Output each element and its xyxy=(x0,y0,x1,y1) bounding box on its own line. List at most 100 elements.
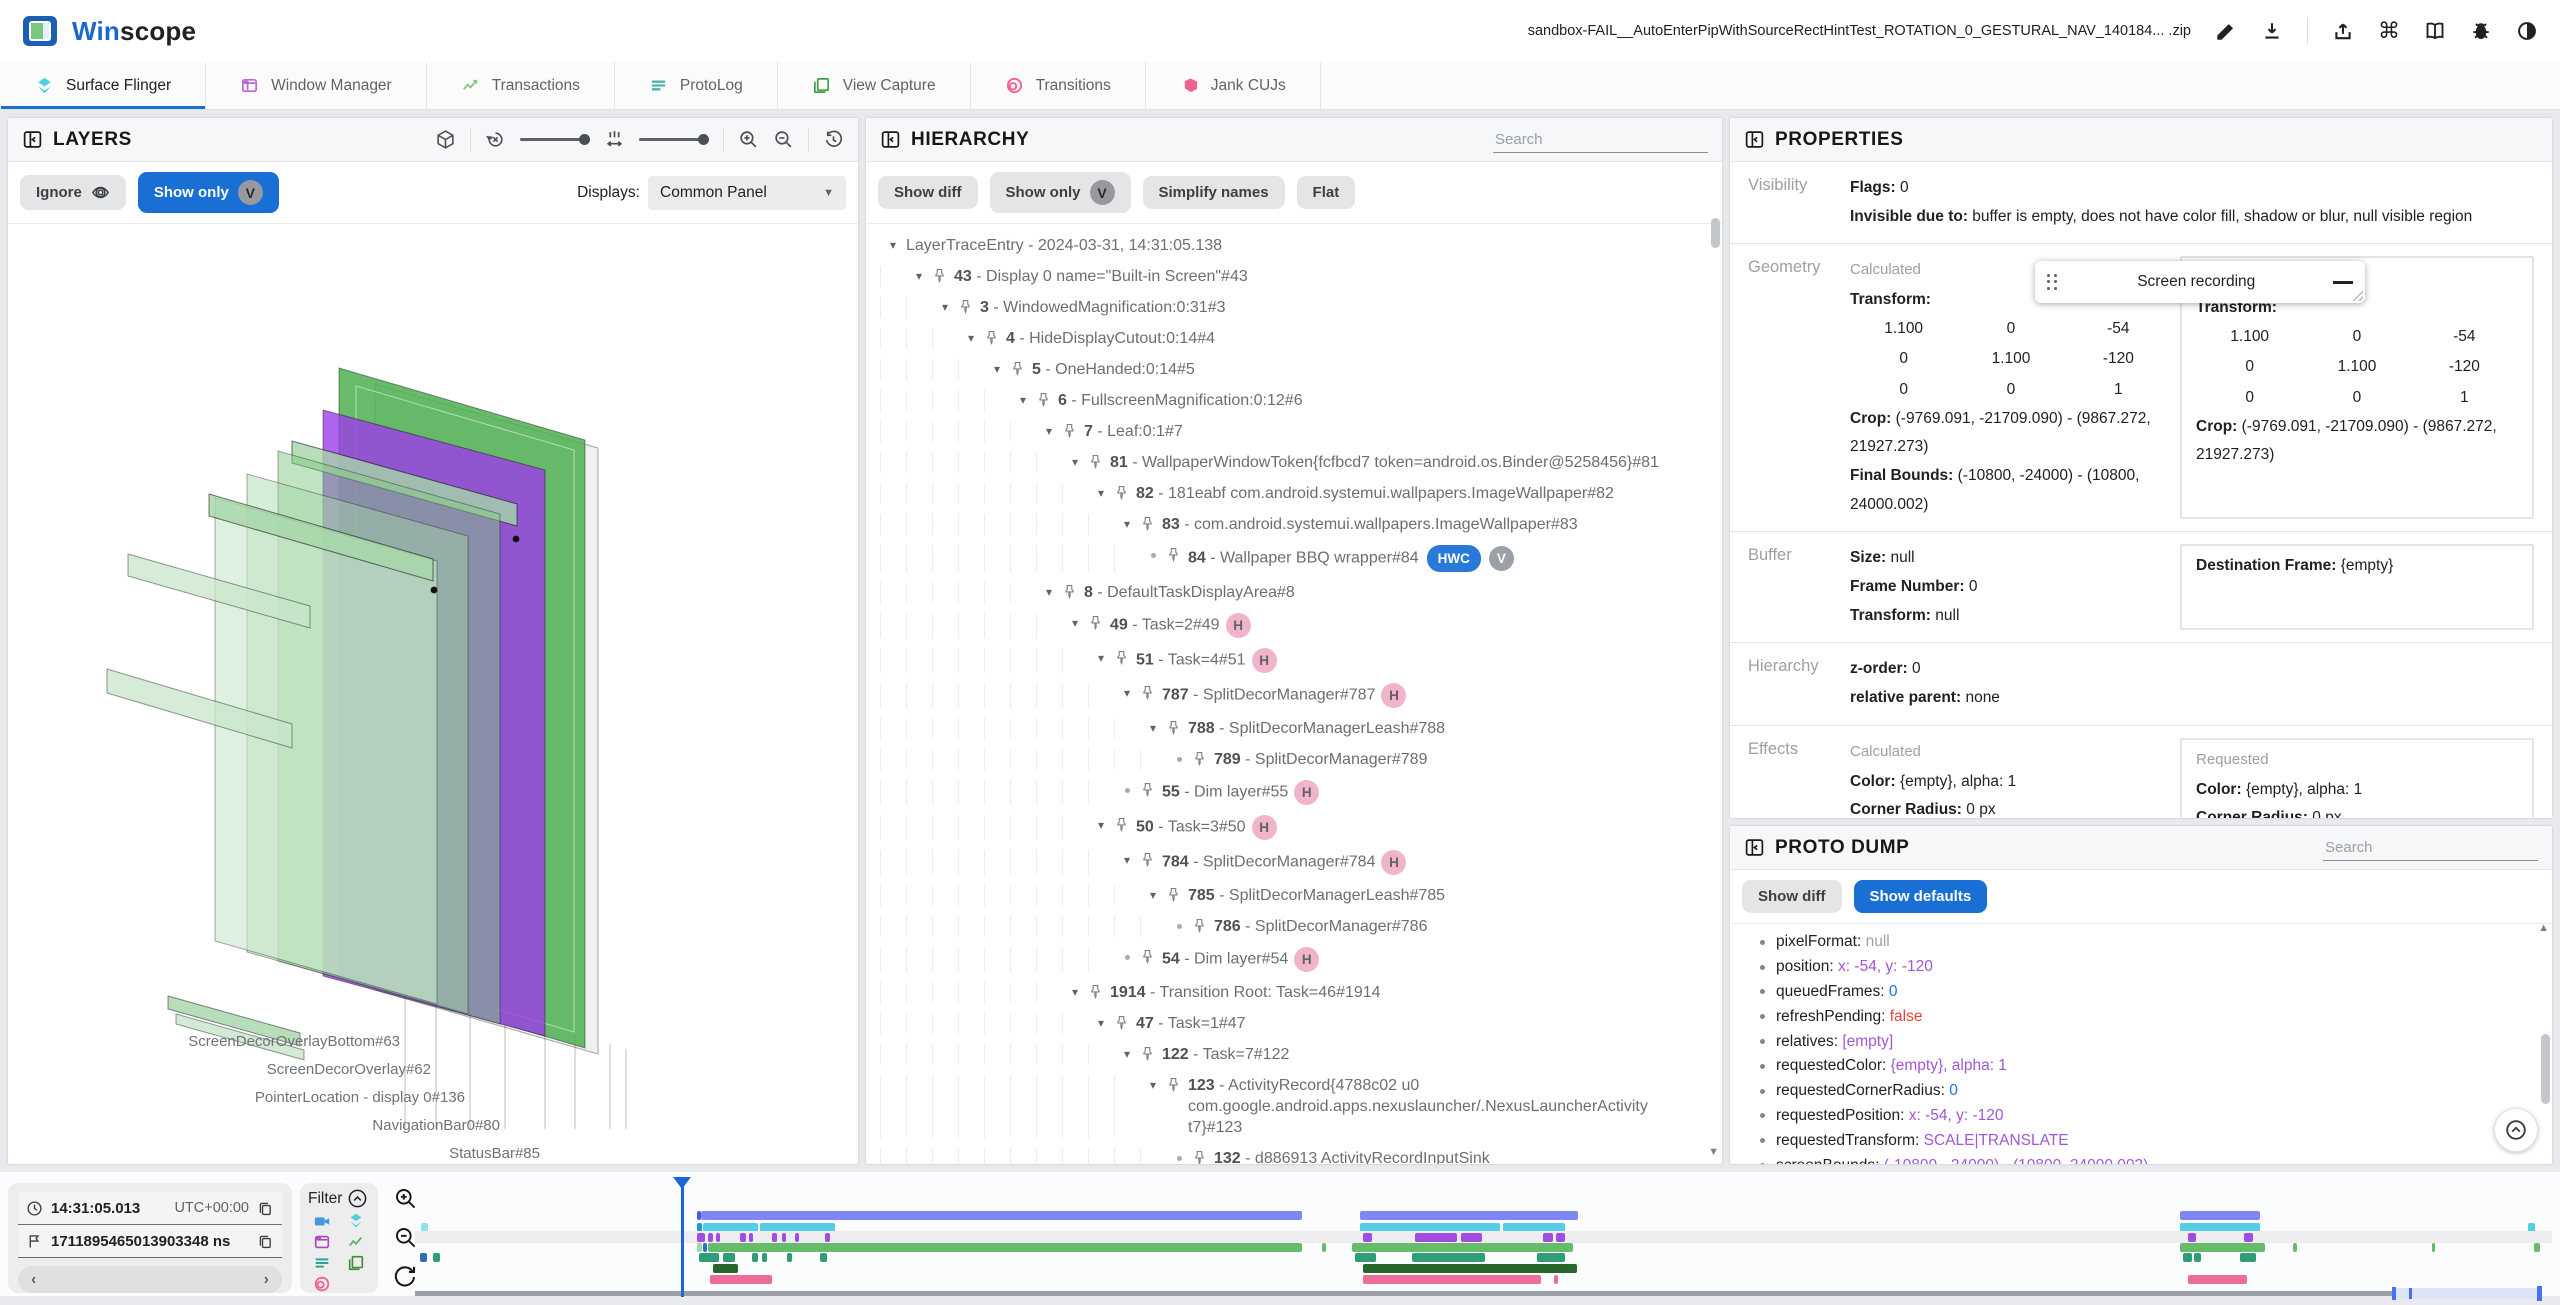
screen-recording-overlay[interactable]: Screen recording xyxy=(2035,261,2365,303)
timeline-range-selector[interactable] xyxy=(2392,1288,2541,1299)
layer-3d-label[interactable]: ScreenDecorOverlayBottom#63 xyxy=(188,1033,400,1050)
show-diff-button[interactable]: Show diff xyxy=(878,176,978,209)
collapse-panel-icon[interactable] xyxy=(1744,837,1765,858)
scroll-up-icon[interactable]: ▲ xyxy=(2538,922,2549,934)
expand-toggle-icon[interactable]: ▾ xyxy=(880,235,906,256)
timeline-segment-transactions[interactable] xyxy=(2534,1243,2540,1252)
timeline-segment-transactions[interactable] xyxy=(1352,1243,1573,1252)
proto-row[interactable]: requestedCornerRadius: 0 xyxy=(1730,1079,2552,1104)
surface-flinger-filter-icon[interactable] xyxy=(347,1212,365,1230)
pin-icon[interactable] xyxy=(1166,545,1188,562)
tab-transactions[interactable]: Transactions xyxy=(427,62,615,109)
timeline-segment-window-manager[interactable] xyxy=(1556,1233,1565,1242)
pin-icon[interactable] xyxy=(1010,359,1032,376)
expand-toggle-icon[interactable]: ▾ xyxy=(1088,815,1114,836)
timeline-reset-zoom-icon[interactable] xyxy=(393,1264,418,1289)
proto-row[interactable]: position: x: -54, y: -120 xyxy=(1730,955,2552,980)
tree-node-123[interactable]: ▾ 123 - ActivityRecord{4788c02 u0 com.goo… xyxy=(866,1070,1722,1143)
report-bug-icon[interactable] xyxy=(2470,20,2492,42)
expand-toggle-icon[interactable]: ▾ xyxy=(1062,613,1088,634)
timeline-segment-window-manager[interactable] xyxy=(2244,1233,2253,1242)
layers-3d-view[interactable]: ScreenDecorOverlayBottom#63 ScreenDecorOv… xyxy=(8,224,858,1164)
tree-node-50[interactable]: ▾ 50 - Task=3#50 H xyxy=(866,810,1722,845)
tree-node-55[interactable]: 55 - Dim layer#55 H xyxy=(866,775,1722,810)
timeline-segment-window-manager[interactable] xyxy=(1415,1233,1457,1242)
range-handle-left[interactable] xyxy=(2392,1287,2396,1300)
proto-row[interactable]: requestedPosition: x: -54, y: -120 xyxy=(1730,1104,2552,1129)
edit-icon[interactable] xyxy=(2215,20,2237,42)
timeline-segment-window-manager[interactable] xyxy=(708,1233,713,1242)
timeline-segment-window-manager[interactable] xyxy=(716,1233,720,1242)
pin-icon[interactable] xyxy=(1062,582,1084,599)
expand-toggle-icon[interactable]: ▾ xyxy=(1036,421,1062,442)
expand-toggle-icon[interactable]: ▾ xyxy=(1140,718,1166,739)
pin-icon[interactable] xyxy=(1140,780,1162,797)
collapse-panel-icon[interactable] xyxy=(1744,129,1765,150)
timeline-segment-protolog[interactable] xyxy=(699,1253,719,1262)
tree-node-81[interactable]: ▾ 81 - WallpaperWindowToken{fcfbcd7 token… xyxy=(866,447,1722,478)
expand-toggle-icon[interactable]: ▾ xyxy=(1062,982,1088,1003)
tree-node-787[interactable]: ▾ 787 - SplitDecorManager#787 H xyxy=(866,678,1722,713)
timeline-segment-protolog[interactable] xyxy=(820,1253,827,1262)
show-only-visible-button[interactable]: Show only V xyxy=(989,172,1131,213)
range-handle-right[interactable] xyxy=(2537,1286,2542,1301)
reset-view-icon[interactable] xyxy=(823,129,844,150)
tree-node-82[interactable]: ▾ 82 - 181eabf com.android.systemui.wallp… xyxy=(866,478,1722,509)
minimize-icon[interactable] xyxy=(2333,280,2353,284)
layer-3d-label[interactable]: StatusBar#85 xyxy=(449,1145,540,1162)
timeline-segment-transitions[interactable] xyxy=(1363,1275,1541,1284)
timeline-segment-window-manager[interactable] xyxy=(782,1233,786,1242)
expand-toggle-icon[interactable]: ▾ xyxy=(1114,1044,1140,1065)
simplify-names-button[interactable]: Simplify names xyxy=(1142,176,1285,209)
proto-row[interactable]: queuedFrames: 0 xyxy=(1730,980,2552,1005)
timeline-segment-protolog[interactable] xyxy=(1412,1253,1485,1262)
tab-surface-flinger[interactable]: Surface Flinger xyxy=(0,62,207,109)
upload-icon[interactable] xyxy=(2332,20,2354,42)
zoom-in-icon[interactable] xyxy=(738,129,759,150)
timeline-zoom-in-icon[interactable] xyxy=(393,1186,418,1211)
timeline-segment-window-manager[interactable] xyxy=(1461,1233,1482,1242)
tree-node-1914[interactable]: ▾ 1914 - Transition Root: Task=46#1914 xyxy=(866,977,1722,1008)
tree-node-132[interactable]: 132 - d886913 ActivityRecordInputSink co… xyxy=(866,1143,1722,1164)
tree-node-root[interactable]: ▾ LayerTraceEntry - 2024-03-31, 14:31:05.… xyxy=(866,230,1722,261)
timeline-segment-transitions[interactable] xyxy=(710,1275,772,1284)
timeline-segment-window-manager[interactable] xyxy=(2188,1233,2196,1242)
layer-3d-label[interactable]: NavigationBar0#80 xyxy=(372,1117,500,1134)
expand-toggle-icon[interactable]: ▾ xyxy=(1140,885,1166,906)
pin-icon[interactable] xyxy=(1192,1148,1214,1164)
pin-icon[interactable] xyxy=(1114,815,1136,832)
drag-handle-icon[interactable] xyxy=(2047,273,2058,291)
expand-toggle-icon[interactable]: ▾ xyxy=(932,297,958,318)
timeline-segment-protolog[interactable] xyxy=(1355,1253,1376,1262)
timeline-segment-transactions[interactable] xyxy=(1322,1243,1326,1252)
flat-button[interactable]: Flat xyxy=(1296,176,1356,209)
tree-node-83[interactable]: ▾ 83 - com.android.systemui.wallpapers.Im… xyxy=(866,509,1722,540)
timeline-segment-window-manager[interactable] xyxy=(1363,1233,1372,1242)
pin-icon[interactable] xyxy=(1166,718,1188,735)
timeline-segment-window-manager[interactable] xyxy=(795,1233,799,1242)
download-icon[interactable] xyxy=(2261,20,2283,42)
range-handle-mid[interactable] xyxy=(2409,1288,2412,1299)
expand-toggle-icon[interactable]: ▾ xyxy=(1088,648,1114,669)
tree-node-5[interactable]: ▾ 5 - OneHanded:0:14#5 xyxy=(866,354,1722,385)
timeline-segment-transactions[interactable] xyxy=(2432,1243,2435,1252)
pin-icon[interactable] xyxy=(1140,683,1162,700)
timeline-range-track[interactable] xyxy=(415,1291,2392,1296)
tree-node-786[interactable]: 786 - SplitDecorManager#786 xyxy=(866,911,1722,942)
pin-icon[interactable] xyxy=(1140,1044,1162,1061)
layer-3d-label[interactable]: PointerLocation - display 0#136 xyxy=(255,1089,465,1106)
ignore-button[interactable]: Ignore xyxy=(20,175,126,210)
expand-toggle-icon[interactable]: ▾ xyxy=(958,328,984,349)
timeline-segment-view-capture[interactable] xyxy=(1363,1264,1577,1273)
proto-scrollbar[interactable] xyxy=(2541,1034,2550,1104)
timeline-segment-transactions[interactable] xyxy=(708,1243,1302,1252)
layer-3d-label[interactable]: ScreenDecorOverlay#62 xyxy=(267,1061,431,1078)
timeline-segment-protolog[interactable] xyxy=(2183,1253,2192,1262)
tab-view-capture[interactable]: View Capture xyxy=(778,62,971,109)
pin-icon[interactable] xyxy=(1114,1013,1136,1030)
tree-node-43[interactable]: ▾ 43 - Display 0 name="Built-in Screen"#4… xyxy=(866,261,1722,292)
spacing-slider[interactable] xyxy=(639,134,709,145)
timeline-segment-protolog[interactable] xyxy=(787,1253,792,1262)
zoom-out-icon[interactable] xyxy=(773,129,794,150)
expand-toggle-icon[interactable]: ▾ xyxy=(1010,390,1036,411)
